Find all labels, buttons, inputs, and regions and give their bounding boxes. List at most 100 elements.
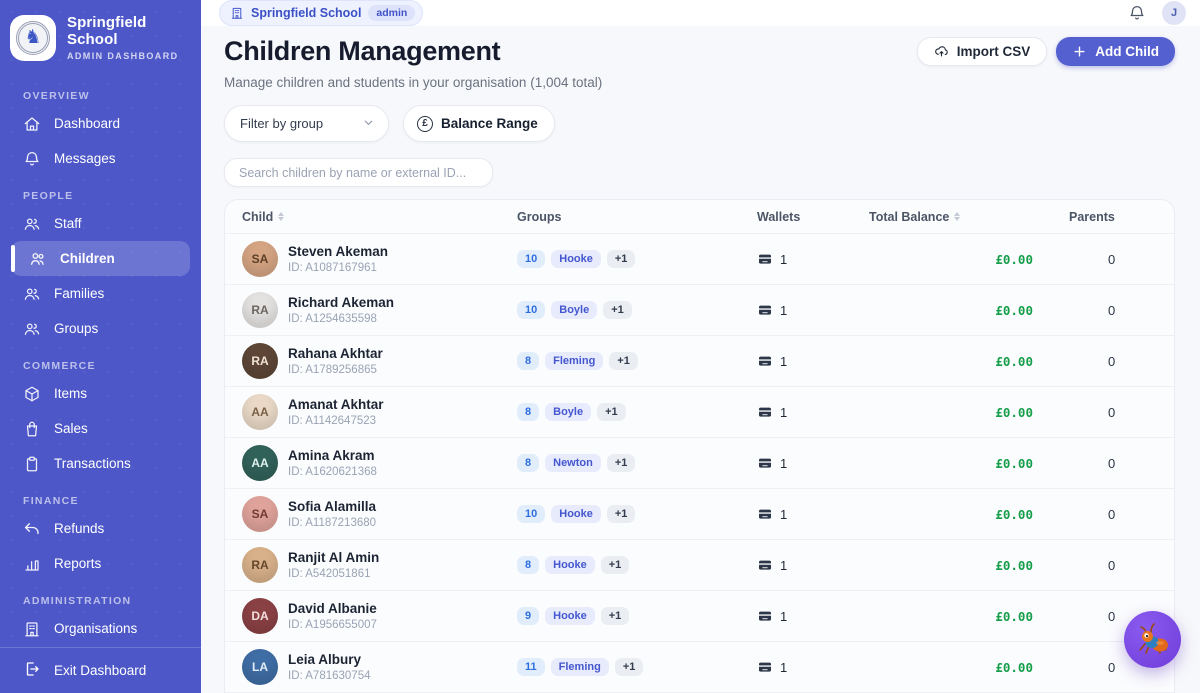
page-title: Children Management (224, 36, 602, 67)
sidebar-item-transactions[interactable]: Transactions (11, 446, 190, 481)
child-external-id: ID: A1142647523 (288, 415, 384, 427)
assistant-ant-button[interactable] (1124, 611, 1181, 668)
school-name: Springfield School (67, 14, 189, 48)
child-avatar: AA (242, 445, 278, 481)
column-header-total-balance[interactable]: Total Balance (869, 210, 1069, 224)
sidebar-item-staff[interactable]: Staff (11, 206, 190, 241)
sidebar-item-children[interactable]: Children (11, 241, 190, 276)
bag-icon (23, 420, 41, 438)
child-external-id: ID: A1620621368 (288, 466, 377, 478)
main-area: Springfield School admin J Children Mana… (201, 0, 1200, 693)
sidebar-item-label: Items (54, 386, 87, 401)
total-balance-value: £0.00 (869, 405, 1069, 420)
child-external-id: ID: A542051861 (288, 568, 379, 580)
sidebar-item-groups[interactable]: Groups (11, 311, 190, 346)
wallet-icon (757, 404, 773, 420)
sidebar-item-label: Organisations (54, 621, 137, 636)
balance-range-button[interactable]: £ Balance Range (403, 105, 555, 142)
people-icon (23, 285, 41, 303)
parents-count: 0 (1069, 558, 1174, 573)
sidebar-item-items[interactable]: Items (11, 376, 190, 411)
people-icon (23, 320, 41, 338)
more-groups-badge: +1 (607, 454, 636, 472)
group-name-badge: Hooke (545, 607, 595, 625)
wallet-icon (757, 506, 773, 522)
chevron-down-icon (362, 116, 375, 132)
table-row[interactable]: RA Richard Akeman ID: A1254635598 10 Boy… (225, 285, 1174, 336)
import-csv-button[interactable]: Import CSV (917, 37, 1048, 66)
table-row[interactable]: AA Amina Akram ID: A1620621368 8 Newton … (225, 438, 1174, 489)
sidebar-item-refunds[interactable]: Refunds (11, 511, 190, 546)
org-switcher-pill[interactable]: Springfield School admin (219, 0, 423, 26)
group-count-badge: 10 (517, 301, 545, 319)
add-child-button[interactable]: Add Child (1056, 37, 1175, 66)
wallet-icon (757, 455, 773, 471)
wallet-count: 1 (780, 405, 787, 420)
child-avatar: RA (242, 547, 278, 583)
wallet-count: 1 (780, 507, 787, 522)
group-filter-dropdown[interactable]: Filter by group (224, 105, 389, 142)
sidebar-item-label: Dashboard (54, 116, 120, 131)
wallet-icon (757, 608, 773, 624)
sidebar-item-dashboard[interactable]: Dashboard (11, 106, 190, 141)
table-row[interactable]: DA David Albanie ID: A1956655007 9 Hooke… (225, 591, 1174, 642)
child-avatar: SA (242, 241, 278, 277)
school-logo: ♞ (10, 15, 56, 61)
table-row[interactable]: AA Amanat Akhtar ID: A1142647523 8 Boyle… (225, 387, 1174, 438)
sidebar: ♞ Springfield School ADMIN DASHBOARD OVE… (0, 0, 201, 693)
notifications-button[interactable] (1126, 2, 1148, 24)
sidebar-item-reports[interactable]: Reports (11, 546, 190, 581)
table-row[interactable]: RA Ranjit Al Amin ID: A542051861 8 Hooke… (225, 540, 1174, 591)
table-row[interactable]: SA Steven Akeman ID: A1087167961 10 Hook… (225, 234, 1174, 285)
total-balance-value: £0.00 (869, 609, 1069, 624)
group-count-badge: 8 (517, 556, 539, 574)
more-groups-badge: +1 (601, 607, 630, 625)
more-groups-badge: +1 (601, 556, 630, 574)
group-count-badge: 10 (517, 505, 545, 523)
child-external-id: ID: A1956655007 (288, 619, 377, 631)
search-input[interactable] (224, 158, 493, 187)
table-body: SA Steven Akeman ID: A1087167961 10 Hook… (225, 234, 1174, 693)
clipboard-icon (23, 455, 41, 473)
wallet-count: 1 (780, 609, 787, 624)
child-name: Rahana Akhtar (288, 346, 383, 361)
more-groups-badge: +1 (609, 352, 638, 370)
group-count-badge: 10 (517, 250, 545, 268)
group-name-badge: Hooke (551, 250, 601, 268)
table-row[interactable]: RA Rahana Akhtar ID: A1789256865 8 Flemi… (225, 336, 1174, 387)
wallet-count: 1 (780, 252, 787, 267)
more-groups-badge: +1 (603, 301, 632, 319)
wallet-count: 1 (780, 660, 787, 675)
topbar: Springfield School admin J (201, 0, 1200, 26)
table-row[interactable]: LA Leia Albury ID: A781630754 11 Fleming… (225, 642, 1174, 693)
wallet-icon (757, 251, 773, 267)
column-header-child[interactable]: Child (225, 210, 517, 224)
sidebar-item-organisations[interactable]: Organisations (11, 611, 190, 646)
nav-section-label: OVERVIEW (23, 90, 190, 102)
child-name: Ranjit Al Amin (288, 550, 379, 565)
sidebar-item-sales[interactable]: Sales (11, 411, 190, 446)
parents-count: 0 (1069, 456, 1174, 471)
school-crest-icon: ♞ (16, 21, 50, 55)
filter-row: Filter by group £ Balance Range (224, 105, 1175, 142)
wallet-count: 1 (780, 456, 787, 471)
logout-icon (23, 660, 41, 681)
admin-role-badge: admin (368, 5, 415, 21)
column-header-parents: Parents (1069, 210, 1174, 224)
people-icon (23, 215, 41, 233)
sort-icon (278, 212, 284, 221)
total-balance-value: £0.00 (869, 252, 1069, 267)
group-count-badge: 9 (517, 607, 539, 625)
sidebar-item-messages[interactable]: Messages (11, 141, 190, 176)
child-name: David Albanie (288, 601, 377, 616)
table-row[interactable]: SA Sofia Alamilla ID: A1187213680 10 Hoo… (225, 489, 1174, 540)
wallet-count: 1 (780, 303, 787, 318)
child-avatar: SA (242, 496, 278, 532)
sidebar-item-families[interactable]: Families (11, 276, 190, 311)
sidebar-item-exit-dashboard[interactable]: Exit Dashboard (0, 647, 201, 693)
group-count-badge: 8 (517, 352, 539, 370)
children-icon (29, 250, 47, 268)
parents-count: 0 (1069, 303, 1174, 318)
building-icon (23, 620, 41, 638)
user-avatar[interactable]: J (1162, 1, 1186, 25)
